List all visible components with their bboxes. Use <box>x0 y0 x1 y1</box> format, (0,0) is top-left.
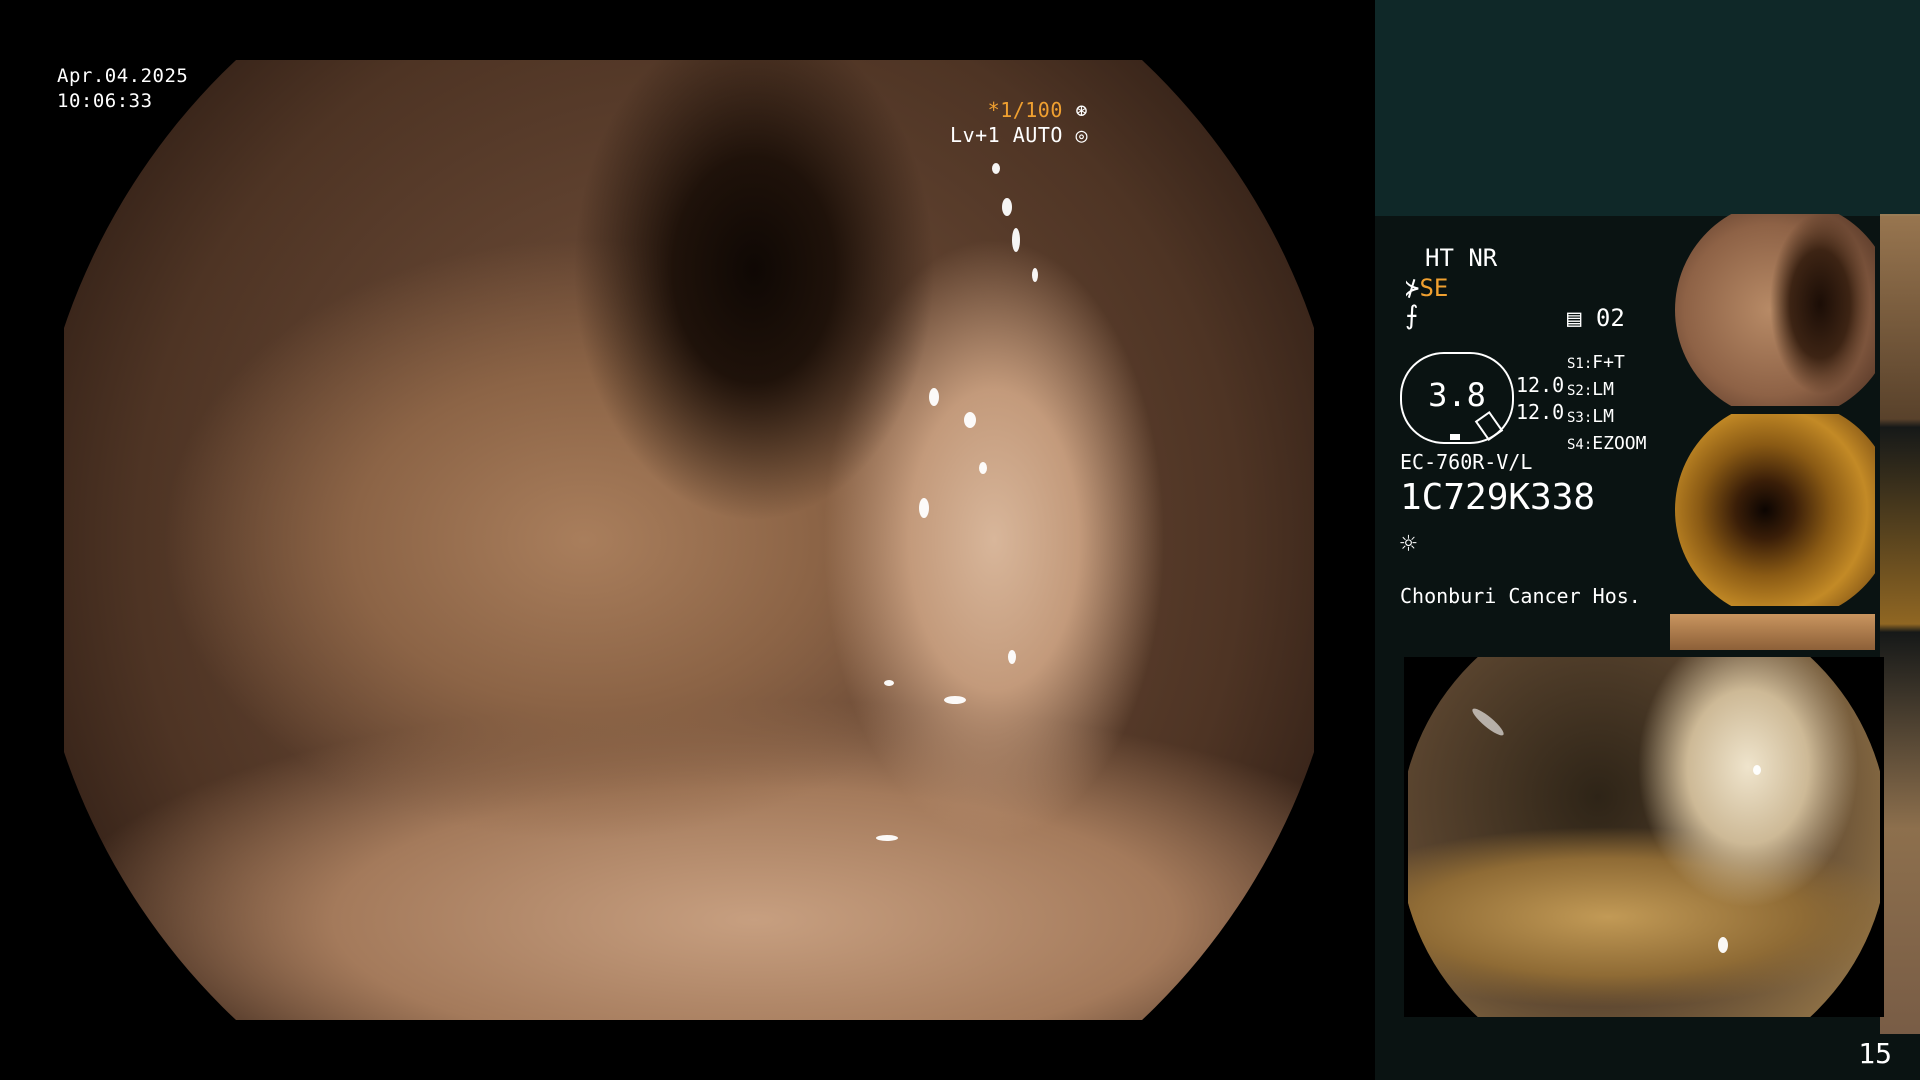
mode-label: HT NR <box>1425 244 1498 272</box>
shutter-speed: 1/100 <box>1000 98 1063 122</box>
thumbnail-image[interactable] <box>1670 614 1875 650</box>
memory-icon: ▤ <box>1567 304 1582 332</box>
scope-model: EC-760R-V/L <box>1400 450 1533 474</box>
pip-view <box>1404 657 1884 1017</box>
gauge-side-values: 12.0 12.0 <box>1516 372 1564 426</box>
gauge-side-value: 12.0 <box>1516 373 1565 397</box>
aperture-icon: ⊛ <box>1075 98 1088 122</box>
hospital-name: Chonburi Cancer Hos. <box>1400 584 1641 608</box>
thumbnail-strip[interactable] <box>1880 214 1920 1034</box>
main-endoscope-view <box>64 60 1314 1020</box>
setting-row: S1:F+T <box>1567 352 1625 373</box>
level-label: Lv+1 AUTO <box>950 123 1063 147</box>
setting-row: S4:EZOOM <box>1567 433 1647 454</box>
settings-list: S1:F+T S2:LM S3:LM S4:EZOOM <box>1567 350 1646 458</box>
scope-tip-icon: ⊁ <box>1405 274 1420 302</box>
gauge-needle-icon <box>1474 411 1504 441</box>
filter-icon: ⨍ <box>1405 301 1419 331</box>
se-label: SE <box>1419 274 1449 302</box>
thumbnail-image[interactable] <box>1675 414 1875 606</box>
gauge: 3.8 <box>1400 352 1514 444</box>
se-indicator: ⊁SE <box>1405 274 1448 302</box>
page-number: 15 <box>1858 1037 1892 1070</box>
shutter-overlay: *1/100 ⊛ Lv+1 AUTO ◎ <box>950 98 1088 148</box>
gauge-side-value: 12.0 <box>1516 400 1565 424</box>
time-label: 10:06:33 <box>57 90 153 112</box>
pip-endoscope-image <box>1408 657 1880 1017</box>
thumbnail-image[interactable] <box>1675 214 1875 406</box>
gauge-bar <box>1450 434 1460 440</box>
memory-count-value: 02 <box>1595 304 1625 332</box>
memory-count: ▤ 02 <box>1567 304 1625 332</box>
setting-row: S2:LM <box>1567 379 1614 400</box>
datetime-overlay: Apr.04.2025 10:06:33 <box>57 64 188 114</box>
shutter-prefix: * <box>987 98 1001 122</box>
date-label: Apr.04.2025 <box>57 65 189 87</box>
setting-row: S3:LM <box>1567 406 1614 427</box>
light-icon: ☼ <box>1400 527 1417 560</box>
iris-icon: ◎ <box>1075 123 1088 147</box>
scope-serial: 1C729K338 <box>1400 477 1596 518</box>
info-panel-header <box>1375 0 1920 216</box>
gauge-value: 3.8 <box>1428 376 1486 414</box>
